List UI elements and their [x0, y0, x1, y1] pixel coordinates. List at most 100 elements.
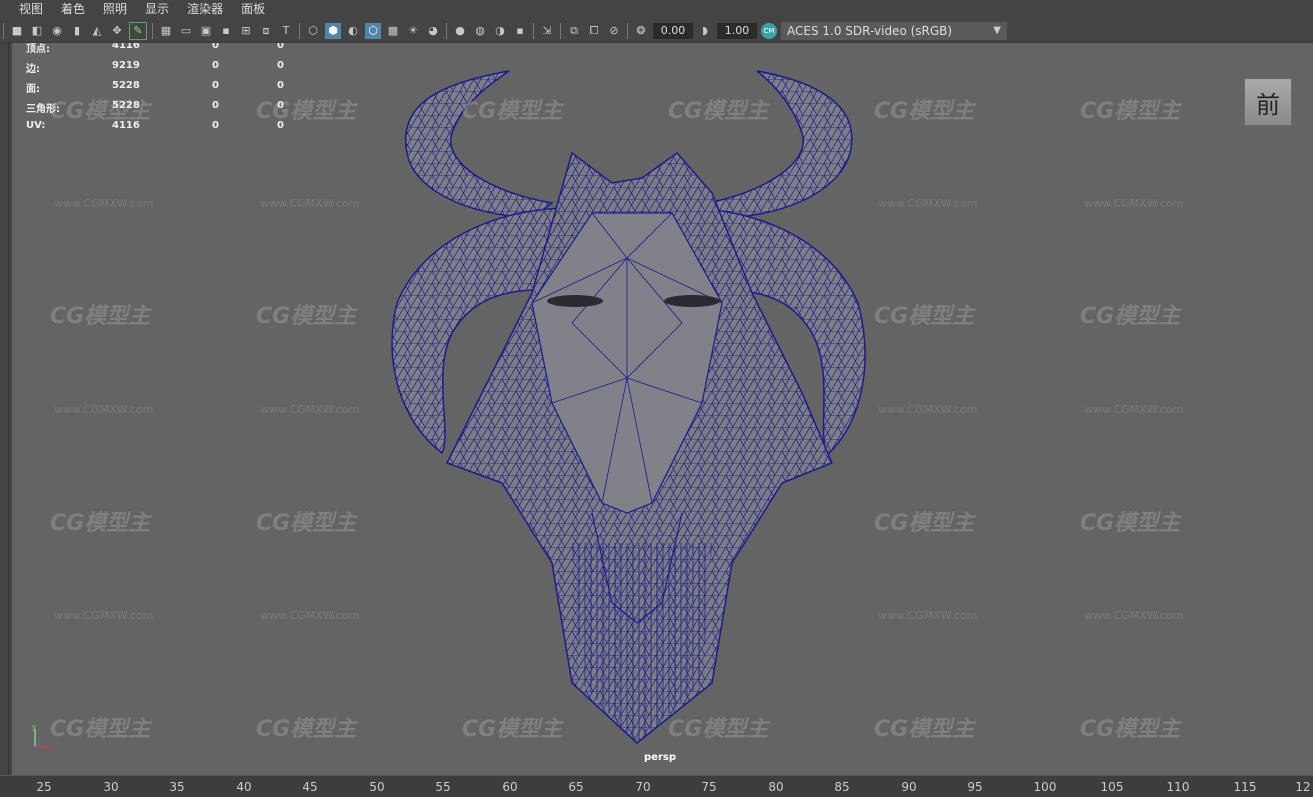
ruler-tick: 85: [834, 780, 850, 794]
default-material-icon[interactable]: ◐: [345, 23, 361, 39]
two-d-pan-icon[interactable]: ✥: [109, 23, 125, 39]
toolbar-divider: [560, 22, 561, 39]
panel-toolbar: ■ ◧ ◉ ▮ ◭ ✥ ✎ ▦ ▭ ▣ ▪ ⊞ ⧈ T ⬡ ⬢ ◐ ⬡ ▩ ☀ …: [0, 19, 1313, 43]
ruler-tick: 35: [169, 780, 185, 794]
hud-value: 0: [212, 43, 219, 51]
menu-panels[interactable]: 面板: [232, 0, 274, 19]
textured-icon[interactable]: ▩: [385, 23, 401, 39]
hud-value: 0: [212, 120, 219, 131]
ruler-tick: 12: [1295, 780, 1311, 794]
ruler-tick: 25: [36, 780, 52, 794]
toolbar-divider: [152, 22, 153, 39]
perspective-viewport[interactable]: CG模型主 CG模型主 CG模型主 CG模型主 CG模型主 CG模型主 CG模型…: [12, 43, 1313, 775]
hud-label: 边:: [26, 64, 40, 75]
ruler-tick: 75: [701, 780, 717, 794]
ruler-tick: 50: [369, 780, 385, 794]
axis-x-label: x: [51, 744, 55, 752]
hud-value: 0: [277, 80, 284, 91]
view-cube[interactable]: 前: [1244, 78, 1292, 126]
lights-icon[interactable]: ☀: [405, 23, 421, 39]
image-plane-icon[interactable]: ◭: [89, 23, 105, 39]
hud-value: 0: [277, 43, 284, 51]
toolbar-divider: [446, 22, 447, 39]
gate-mask-icon[interactable]: ▪: [218, 23, 234, 39]
ruler-tick: 80: [768, 780, 784, 794]
goat-skull-mesh: [391, 70, 866, 744]
wireframe-icon[interactable]: ⬡: [305, 23, 321, 39]
xray-active-icon[interactable]: ⧠: [586, 23, 602, 39]
hud-value: 4116: [112, 120, 140, 131]
menu-renderer[interactable]: 渲染器: [178, 0, 232, 19]
time-slider-ruler[interactable]: 25 30 35 40 45 50 55 60 65 70 75 80 85 9…: [0, 775, 1313, 797]
hud-value: 0: [277, 100, 284, 111]
hud-value: 0: [212, 100, 219, 111]
shadows-icon[interactable]: ◕: [425, 23, 441, 39]
wireframe-on-shaded-icon[interactable]: ⬡: [365, 22, 381, 39]
hud-value: 5228: [112, 100, 140, 111]
hud-label: UV:: [26, 120, 46, 131]
toolbar-divider: [3, 22, 4, 39]
color-space-value: ACES 1.0 SDR-video (sRGB): [787, 23, 953, 38]
grid-icon[interactable]: ▦: [158, 23, 174, 39]
ruler-tick: 65: [568, 780, 584, 794]
ruler-tick: 115: [1233, 780, 1257, 794]
ambient-occlusion-icon[interactable]: ●: [452, 23, 468, 39]
hud-label: 三角形:: [26, 104, 60, 115]
anti-alias-icon[interactable]: ◑: [492, 23, 508, 39]
xray-icon[interactable]: ⇲: [539, 23, 555, 39]
ruler-tick: 100: [1033, 780, 1057, 794]
hud-label: 面:: [26, 84, 40, 95]
ruler-tick: 45: [302, 780, 318, 794]
film-gate-icon[interactable]: ▭: [178, 23, 194, 39]
ruler-tick: 30: [103, 780, 119, 794]
camera-name-label: persp: [644, 752, 676, 763]
ruler-tick: 55: [435, 780, 451, 794]
resolution-gate-icon[interactable]: ▣: [198, 23, 214, 39]
left-panel-edge: [0, 43, 12, 775]
hud-value: 4116: [112, 43, 140, 51]
menu-view[interactable]: 视图: [0, 0, 52, 19]
ruler-tick: 95: [967, 780, 983, 794]
menu-lighting[interactable]: 照明: [94, 0, 136, 19]
ruler-tick: 70: [635, 780, 651, 794]
gamma-field[interactable]: 1.00: [717, 22, 757, 39]
ruler-tick: 90: [901, 780, 917, 794]
hud-value: 0: [277, 60, 284, 71]
xray-joints-icon[interactable]: ⧉: [566, 23, 582, 39]
motion-blur-icon[interactable]: ◍: [472, 23, 488, 39]
ruler-tick: 40: [236, 780, 252, 794]
menu-bar: 视图 着色 照明 显示 渲染器 面板: [0, 0, 1313, 19]
hud-value: 9219: [112, 60, 140, 71]
select-camera-icon[interactable]: ⊘: [606, 23, 622, 39]
safe-action-icon[interactable]: ⧈: [258, 23, 274, 39]
camera-lock-icon[interactable]: ◉: [49, 23, 65, 39]
color-management-icon[interactable]: CM: [761, 22, 777, 39]
safe-title-icon[interactable]: T: [278, 23, 294, 39]
ruler-tick: 110: [1166, 780, 1190, 794]
bookmark-icon[interactable]: ▮: [69, 23, 85, 39]
exposure-field[interactable]: 0.00: [653, 22, 693, 39]
axis-y-label: y: [32, 723, 36, 731]
axis-gizmo-icon: y x: [32, 723, 55, 752]
exposure-icon[interactable]: ❂: [633, 23, 649, 39]
toolbar-divider: [299, 22, 300, 39]
smooth-shade-icon[interactable]: ⬢: [325, 22, 341, 39]
field-chart-icon[interactable]: ⊞: [238, 23, 254, 39]
menu-show[interactable]: 显示: [136, 0, 178, 19]
menu-shading[interactable]: 着色: [52, 0, 94, 19]
camera-icon[interactable]: ■: [9, 23, 25, 39]
hud-value: 0: [212, 60, 219, 71]
toolbar-divider: [533, 22, 534, 39]
ruler-tick: 105: [1100, 780, 1124, 794]
chevron-down-icon: ▼: [993, 24, 1001, 36]
grease-pencil-icon[interactable]: ✎: [129, 21, 147, 40]
color-space-select[interactable]: ACES 1.0 SDR-video (sRGB) ▼: [781, 21, 1007, 40]
hud-value: 0: [277, 120, 284, 131]
hud-value: 5228: [112, 80, 140, 91]
toolbar-divider: [627, 22, 628, 39]
camera-attributes-icon[interactable]: ◧: [29, 23, 45, 39]
isolate-icon[interactable]: ▪: [512, 23, 528, 39]
ruler-tick: 60: [502, 780, 518, 794]
hud-value: 0: [212, 80, 219, 91]
gamma-icon[interactable]: ◗: [697, 23, 713, 39]
